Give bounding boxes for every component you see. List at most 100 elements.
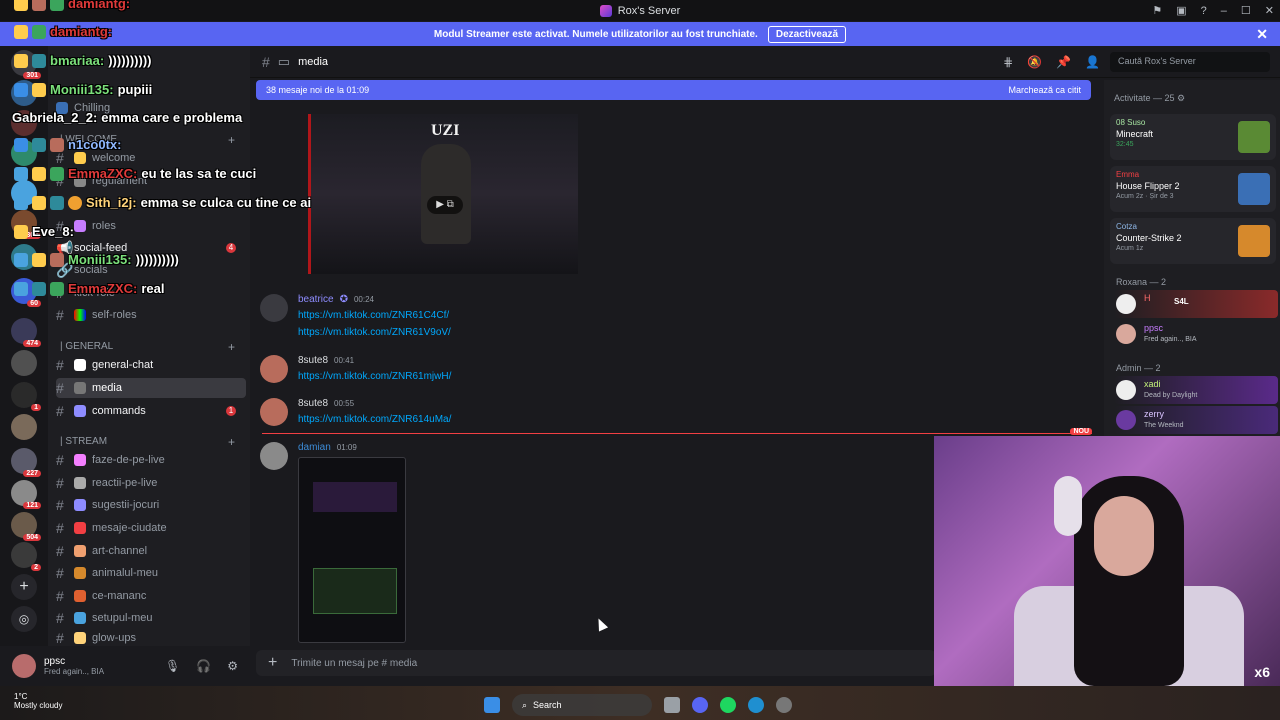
channel-animalul-meu[interactable]: # animalul-meu	[56, 563, 246, 583]
settings-icon[interactable]: ⚙	[227, 659, 238, 673]
author-name[interactable]: damian	[298, 442, 331, 453]
edge-icon[interactable]	[748, 697, 764, 713]
members-icon[interactable]: 👤	[1085, 55, 1100, 69]
channel-mesaje-ciudate[interactable]: # mesaje-ciudate	[56, 518, 246, 538]
server-icon[interactable]	[11, 414, 37, 440]
server-icon[interactable]: 504	[11, 512, 41, 541]
server-icon[interactable]: 474	[11, 318, 41, 347]
channel-social-feed[interactable]: 📢 social-feed 4	[56, 238, 246, 258]
activity-card[interactable]: Emma House Flipper 2 Acum 2z · Șir de 3	[1110, 166, 1276, 212]
close-icon[interactable]: ✕	[1256, 26, 1268, 43]
play-icon[interactable]: ▶ ⧉	[427, 196, 463, 214]
spotify-icon[interactable]	[720, 697, 736, 713]
server-icon[interactable]: 302	[11, 210, 41, 239]
channel-commands[interactable]: # commands 1	[56, 401, 246, 421]
category-welcome[interactable]: | WELCOME +	[60, 133, 235, 147]
new-messages-bar[interactable]: 38 mesaje noi de la 01:09 Marchează ca c…	[256, 80, 1091, 100]
channel-label: media	[92, 382, 122, 394]
server-icon[interactable]: 121	[11, 480, 41, 509]
avatar[interactable]	[260, 398, 288, 426]
channel-setupul-meu[interactable]: # setupul-meu	[56, 608, 246, 628]
channel-media[interactable]: # media	[56, 378, 246, 398]
microphone-icon[interactable]: 🎙	[165, 659, 180, 673]
add-attachment-icon[interactable]: +	[268, 654, 277, 672]
channel-general-chat[interactable]: # general-chat	[56, 355, 246, 375]
close-button[interactable]: ✕	[1265, 4, 1274, 17]
message-composer[interactable]: + Trimite un mesaj pe # media	[256, 650, 936, 676]
threads-icon[interactable]: ⋕	[1003, 55, 1013, 69]
server-icon[interactable]: 227	[11, 448, 41, 477]
headphones-icon[interactable]: 🎧	[196, 659, 211, 673]
author-name[interactable]: beatrice	[298, 294, 334, 305]
server-icon[interactable]	[11, 140, 37, 166]
weather-widget[interactable]: 1°C Mostly cloudy	[14, 692, 62, 710]
channel-socials[interactable]: 🔗 socials	[56, 260, 246, 280]
user-info[interactable]: ppsc Fred again.., BIA	[44, 656, 104, 676]
server-icon[interactable]: 301	[11, 50, 41, 79]
channel-welcome[interactable]: # welcome	[56, 148, 246, 168]
video-embed[interactable]: UZI ▶ ⧉	[308, 114, 578, 274]
add-channel-icon[interactable]: +	[228, 435, 235, 449]
message-link[interactable]: https://vm.tiktok.com/ZNR61V9oV/	[298, 327, 451, 338]
channel-reactii-pe-live[interactable]: # reactii-pe-live	[56, 473, 246, 493]
server-icon[interactable]	[11, 350, 37, 376]
discord-icon[interactable]	[692, 697, 708, 713]
avatar[interactable]	[12, 654, 36, 678]
activity-card[interactable]: Cotza Counter-Strike 2 Acum 1z	[1110, 218, 1276, 264]
avatar[interactable]	[260, 294, 288, 322]
minimize-button[interactable]: –	[1221, 5, 1227, 17]
disable-streamer-button[interactable]: Dezactivează	[767, 25, 847, 43]
hash-icon: #	[56, 218, 64, 234]
message-link[interactable]: https://vm.tiktok.com/ZNR61mjwH/	[298, 371, 451, 382]
server-icon[interactable]	[11, 110, 37, 136]
message-link[interactable]: https://vm.tiktok.com/ZNR61C4Cf/	[298, 310, 449, 321]
member-item[interactable]: ppsc Fred again.., BIA	[1114, 320, 1278, 348]
add-server-icon[interactable]: +	[11, 574, 37, 600]
channel-roles[interactable]: # roles	[56, 216, 246, 236]
member-item[interactable]: H S4L	[1114, 290, 1278, 318]
taskbar: 1°C Mostly cloudy ⌕ Search	[0, 686, 1280, 720]
discover-icon[interactable]: ◎	[11, 606, 37, 632]
category-stream[interactable]: | STREAM +	[60, 435, 235, 449]
screenshot-attachment[interactable]	[298, 457, 406, 643]
channel-regulament[interactable]: # regulament	[56, 171, 246, 191]
add-channel-icon[interactable]: +	[228, 133, 235, 147]
member-item[interactable]: xadi Dead by Daylight	[1114, 376, 1278, 404]
message-header: damian 01:09	[298, 442, 357, 453]
channel-self-roles[interactable]: # self-roles	[56, 305, 246, 325]
server-icon[interactable]: 1	[11, 382, 41, 411]
help-icon[interactable]: ?	[1201, 5, 1207, 17]
server-icon[interactable]	[11, 244, 37, 270]
mark-read-button[interactable]: Marchează ca citit	[1008, 85, 1081, 95]
file-explorer-icon[interactable]	[664, 697, 680, 713]
channel-glow-ups[interactable]: # glow-ups	[56, 631, 246, 645]
server-icon[interactable]	[11, 180, 37, 206]
channel-art-channel[interactable]: # art-channel	[56, 541, 246, 561]
start-icon[interactable]	[484, 697, 500, 713]
member-item[interactable]: zerry The Weeknd	[1114, 406, 1278, 434]
avatar[interactable]	[260, 355, 288, 383]
author-name[interactable]: 8sute8	[298, 398, 328, 409]
message-link[interactable]: https://vm.tiktok.com/ZNR614uMa/	[298, 414, 451, 425]
notifications-icon[interactable]: 🔕	[1027, 55, 1042, 69]
category-general[interactable]: | GENERAL +	[60, 340, 235, 354]
maximize-button[interactable]: ☐	[1241, 4, 1251, 17]
avatar[interactable]	[260, 442, 288, 470]
settings-icon[interactable]: ⚙	[1177, 93, 1185, 103]
inbox-icon[interactable]: ⚑	[1152, 4, 1162, 17]
author-name[interactable]: 8sute8	[298, 355, 328, 366]
channel-faze-de-pe-live[interactable]: # faze-de-pe-live	[56, 450, 246, 470]
add-channel-icon[interactable]: +	[228, 340, 235, 354]
channel-ce-manac[interactable]: # ce-mananc	[56, 586, 246, 606]
pin-icon[interactable]: 📌	[1056, 55, 1071, 69]
server-icon[interactable]: 2	[11, 542, 41, 571]
taskbar-search[interactable]: ⌕ Search	[512, 694, 652, 716]
channel-kick-role[interactable]: # kick-role	[56, 283, 246, 303]
channel-sugestii-jocuri[interactable]: # sugestii-jocuri	[56, 495, 246, 515]
server-icon[interactable]	[11, 80, 37, 106]
obs-icon[interactable]	[776, 697, 792, 713]
activity-card[interactable]: 08 Suso Minecraft 32:45	[1110, 114, 1276, 160]
server-icon[interactable]: 60	[11, 278, 41, 307]
screen-icon[interactable]: ▣	[1176, 4, 1186, 17]
search-input[interactable]: Caută Rox's Server	[1110, 51, 1270, 72]
